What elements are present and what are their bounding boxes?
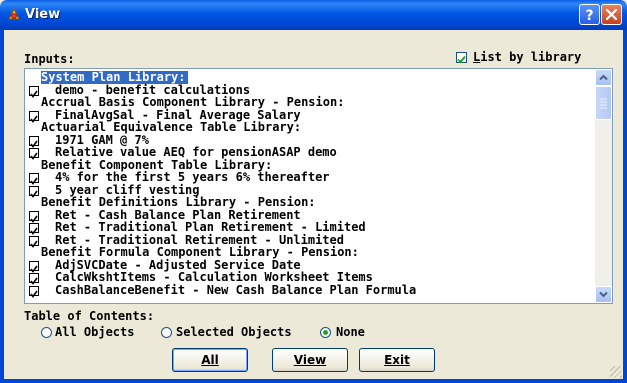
help-icon: ? — [585, 8, 593, 24]
item-checkbox[interactable] — [29, 173, 39, 185]
table-of-contents-label: Table of Contents: — [24, 309, 155, 323]
item-checkbox[interactable] — [29, 260, 39, 273]
item-checkbox[interactable] — [29, 273, 39, 285]
view-button[interactable]: View — [272, 348, 348, 372]
checkmark-icon — [30, 290, 38, 298]
toc-none-label[interactable]: None — [336, 325, 365, 339]
list-by-library-rest: ist by library — [480, 50, 582, 64]
item-checkbox[interactable] — [29, 223, 39, 235]
toc-selected-objects-radio[interactable] — [161, 327, 172, 338]
window-frame-left — [0, 30, 4, 383]
list-by-library-label[interactable]: List by library — [473, 50, 581, 64]
scroll-thumb-grip-icon — [600, 98, 607, 109]
vertical-scrollbar[interactable] — [595, 69, 612, 303]
scroll-down-button[interactable] — [595, 286, 612, 303]
scroll-up-arrow-icon — [599, 74, 608, 81]
close-icon — [605, 8, 618, 21]
view-dialog: View ? Inputs: List by library System Pl… — [0, 0, 627, 383]
toc-none-radio[interactable] — [320, 327, 331, 338]
item-checkbox[interactable] — [29, 235, 39, 248]
exit-button[interactable]: Exit — [359, 348, 435, 372]
close-button[interactable] — [601, 4, 622, 25]
item-checkbox[interactable] — [29, 148, 39, 160]
checkmark-icon — [457, 55, 466, 64]
app-icon — [8, 7, 20, 20]
input-item-row[interactable]: CashBalanceBenefit - New Cash Balance Pl… — [25, 282, 590, 298]
resize-grip[interactable] — [610, 366, 622, 378]
item-checkbox[interactable] — [29, 210, 39, 223]
toc-all-objects-label[interactable]: All Objects — [55, 325, 134, 339]
all-button[interactable]: All — [172, 348, 248, 372]
scroll-down-arrow-icon — [599, 291, 608, 298]
window-title: View — [25, 7, 61, 22]
item-checkbox[interactable] — [29, 110, 39, 123]
item-checkbox[interactable] — [29, 135, 39, 148]
window-frame-bottom — [0, 379, 627, 383]
svg-text:?: ? — [585, 8, 593, 24]
inputs-list[interactable]: System Plan Library: demo - benefit calcu… — [24, 68, 613, 304]
item-checkbox[interactable] — [29, 185, 39, 198]
window-frame-right — [623, 30, 627, 383]
scrollbar-thumb[interactable] — [595, 86, 612, 120]
scroll-up-button[interactable] — [595, 69, 612, 86]
item-checkbox[interactable] — [29, 85, 39, 98]
item-checkbox[interactable] — [29, 285, 39, 298]
help-button[interactable]: ? — [579, 4, 600, 25]
toc-selected-objects-label[interactable]: Selected Objects — [176, 325, 292, 339]
title-bar: View ? — [0, 0, 627, 30]
input-item-text: CashBalanceBenefit - New Cash Balance Pl… — [55, 282, 417, 297]
inputs-label: Inputs: — [24, 52, 75, 66]
toc-all-objects-radio[interactable] — [41, 327, 52, 338]
list-by-library-checkbox[interactable] — [456, 52, 467, 64]
